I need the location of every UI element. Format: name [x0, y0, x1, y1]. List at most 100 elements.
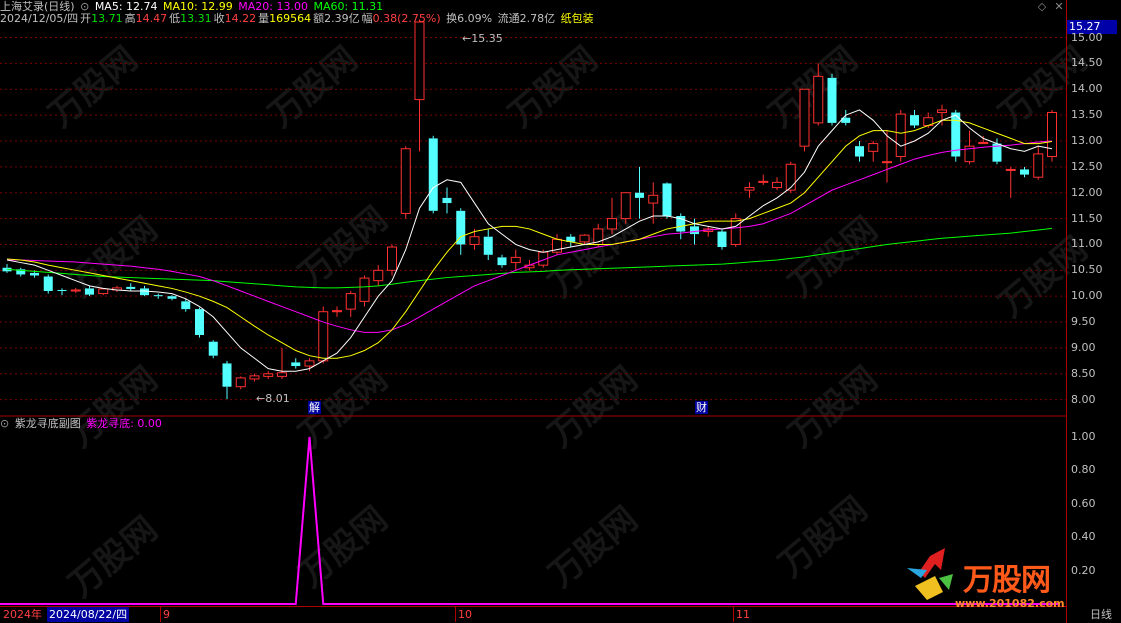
- month-label: 10: [455, 607, 472, 622]
- low-value: 13.31: [180, 12, 212, 25]
- cursor-date: 2024/08/22/四: [47, 607, 130, 622]
- price-tick-label: 12.50: [1071, 159, 1103, 173]
- candle-body: [937, 109, 947, 114]
- close-label: 收: [213, 12, 225, 25]
- period-label[interactable]: 日线: [1090, 607, 1112, 622]
- high-marker-label: ←15.35: [462, 32, 503, 45]
- candle-body: [332, 310, 342, 313]
- candle-body: [978, 142, 989, 145]
- event-marker-unlock[interactable]: 解: [308, 401, 321, 414]
- candle-body: [1020, 169, 1029, 175]
- candle-body: [277, 372, 287, 377]
- candle-body: [126, 286, 136, 289]
- candle-body: [400, 148, 411, 214]
- indicator-collapse-icon[interactable]: ⊙: [0, 417, 9, 430]
- candle-body: [153, 295, 163, 297]
- candle-body: [662, 183, 672, 216]
- volume-label: 量: [258, 12, 270, 25]
- price-tick-label: 8.00: [1071, 392, 1096, 406]
- quote-info: 2024/12/05/四 开13.71 高14.47 低13.31 收14.22 量169…: [0, 12, 596, 26]
- indicator-tick-label: 1.00: [1071, 430, 1096, 443]
- candle-body: [57, 289, 67, 292]
- candle-body: [579, 234, 590, 243]
- candle-body: [882, 161, 892, 164]
- open-value: 13.71: [91, 12, 123, 25]
- candle-body: [799, 88, 810, 147]
- ma10-line: [6, 119, 1053, 359]
- indicator-tick-label: 0.40: [1071, 530, 1096, 544]
- indicator-name[interactable]: 紫龙寻底副图: [15, 417, 81, 430]
- candle-body: [635, 192, 644, 198]
- float-value: 流通2.78亿: [497, 12, 556, 25]
- candle-body: [813, 75, 824, 124]
- candle-body: [1033, 153, 1044, 178]
- price-tick-label: 14.50: [1071, 56, 1103, 70]
- price-tick-label: 14.00: [1071, 82, 1103, 96]
- candle-body: [744, 187, 755, 191]
- candle-body: [414, 21, 425, 101]
- close-value: 14.22: [224, 12, 257, 25]
- settings-diamond-icon[interactable]: ◇: [1036, 1, 1048, 13]
- high-label: 高: [124, 12, 136, 25]
- candle-body: [442, 197, 452, 204]
- candle-body: [195, 309, 204, 335]
- indicator-tick-label: 0.80: [1071, 463, 1096, 477]
- candle-body: [318, 311, 329, 362]
- candle-body: [469, 236, 480, 245]
- price-tick-label: 11.50: [1071, 211, 1103, 225]
- stock-chart-window: 万股网 万股网 万股网 万股网 万股网 万股网 万股网 万股网 万股网 万股网 …: [0, 0, 1121, 623]
- candle-body: [772, 181, 782, 189]
- candle-body: [167, 296, 177, 299]
- sector-label[interactable]: 纸包装: [561, 12, 594, 25]
- candle-body: [1005, 168, 1016, 171]
- candle-body: [497, 257, 507, 266]
- quote-date: 2024/12/05/四: [0, 12, 79, 25]
- candle-body: [910, 115, 919, 126]
- brand-logo-url: www.201082.com: [955, 597, 1065, 610]
- price-tick-label: 9.50: [1071, 315, 1096, 329]
- indicator-value: 紫龙寻底: 0.00: [86, 417, 162, 430]
- volume-value: 169564: [269, 12, 312, 25]
- open-label: 开: [80, 12, 92, 25]
- candle-body: [717, 231, 727, 248]
- low-label: 低: [169, 12, 181, 25]
- candle-body: [85, 288, 94, 295]
- candle-body: [98, 288, 109, 295]
- candle-body: [510, 256, 521, 264]
- candle-body: [456, 210, 466, 245]
- month-label: 9: [160, 607, 170, 622]
- ma5-line: [6, 109, 1053, 372]
- candle-body: [373, 269, 384, 282]
- year-label: 2024年: [3, 608, 42, 621]
- ma20-line: [7, 140, 1053, 333]
- event-marker-finance[interactable]: 财: [695, 401, 708, 414]
- candle-body: [827, 77, 837, 123]
- indicator-header: ⊙ 紫龙寻底副图 紫龙寻底: 0.00: [0, 417, 164, 431]
- candle-body: [387, 246, 397, 271]
- indicator-tick-label: 0.60: [1071, 496, 1096, 510]
- candle-body: [70, 289, 81, 292]
- indicator-line: [0, 436, 1060, 605]
- amount-value: 2.39亿: [324, 12, 360, 25]
- candle-body: [359, 277, 370, 302]
- candle-body: [868, 143, 879, 152]
- candle-body: [181, 301, 191, 310]
- change-value: 0.38(2.75%): [372, 12, 441, 25]
- price-tick-label: 15.00: [1071, 30, 1103, 44]
- price-tick-label: 10.50: [1071, 263, 1103, 277]
- close-icon[interactable]: ✕: [1053, 1, 1065, 13]
- candle-body: [304, 360, 315, 367]
- candlestick-chart[interactable]: [0, 0, 1066, 606]
- price-tick-label: 12.00: [1071, 185, 1103, 199]
- candle-body: [235, 377, 246, 388]
- candle-body: [758, 180, 769, 183]
- low-marker-label: ←8.01: [256, 392, 290, 405]
- high-value: 14.47: [135, 12, 168, 25]
- change-label: 幅: [361, 12, 373, 25]
- price-tick-label: 11.00: [1071, 237, 1103, 251]
- candle-body: [263, 373, 274, 377]
- amount-label: 额: [313, 12, 325, 25]
- candle-body: [785, 163, 796, 191]
- candle-body: [895, 113, 906, 158]
- candle-body: [291, 362, 301, 367]
